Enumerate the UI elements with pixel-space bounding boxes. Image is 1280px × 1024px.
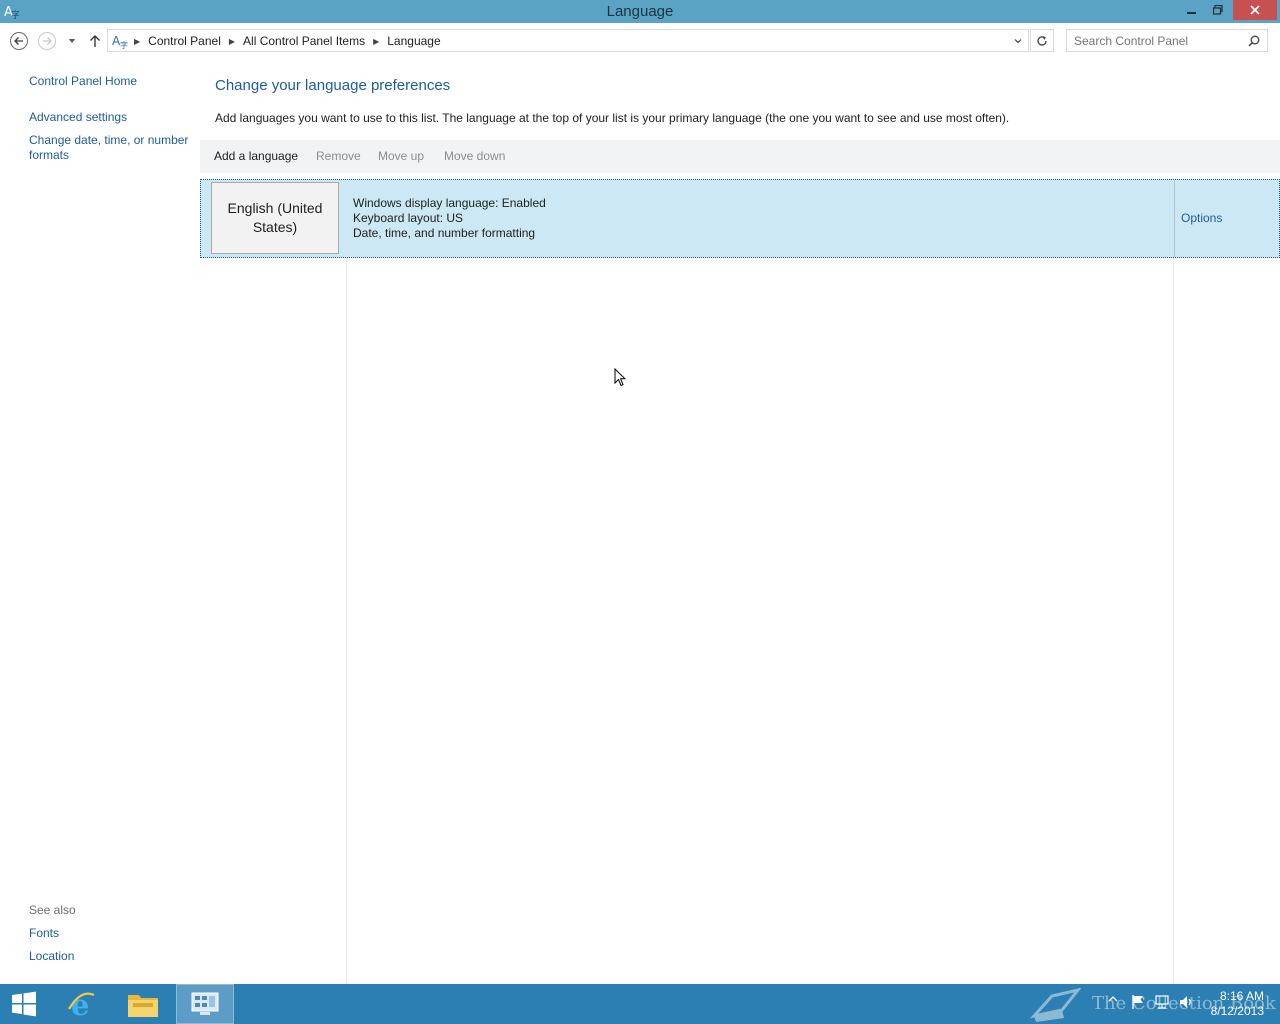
window-title: Language (606, 3, 674, 20)
page-title: Change your language preferences (215, 77, 451, 94)
close-button[interactable] (1233, 0, 1277, 20)
refresh-button[interactable] (1030, 29, 1054, 52)
back-button[interactable] (9, 31, 29, 51)
recent-locations-button[interactable] (62, 31, 82, 51)
remove-button[interactable]: Remove (316, 149, 361, 163)
minimize-icon (1187, 12, 1196, 14)
restore-icon (1213, 5, 1223, 15)
folder-icon (128, 995, 158, 1017)
breadcrumb-separator-icon[interactable]: ▶ (227, 37, 237, 46)
search-box[interactable] (1066, 29, 1268, 52)
language-toolbar: Add a language Remove Move up Move down (200, 140, 1280, 173)
control-panel-taskbar-button[interactable] (176, 984, 234, 1024)
column-divider (1173, 258, 1174, 984)
show-hidden-icons-icon[interactable] (1108, 994, 1118, 1004)
minimize-button[interactable] (1179, 0, 1205, 20)
control-panel-icon: A字 (112, 34, 128, 49)
book-logo-icon (1030, 988, 1082, 1022)
file-explorer-taskbar-button[interactable] (114, 984, 172, 1024)
column-divider (1174, 180, 1175, 257)
network-icon[interactable] (1154, 994, 1170, 1010)
control-panel-icon (191, 992, 219, 1015)
formatting-info: Date, time, and number formatting (353, 226, 536, 240)
breadcrumb: A字 ▶ Control Panel ▶ All Control Panel I… (112, 33, 447, 49)
system-clock[interactable]: 8:16 AM 8/12/2013 (1204, 989, 1264, 1019)
chevron-down-icon (1014, 39, 1022, 44)
page-description: Add languages you want to use to this li… (215, 111, 1010, 125)
column-divider (346, 258, 347, 984)
up-button[interactable] (85, 31, 105, 51)
internet-explorer-icon: e (68, 989, 95, 1019)
breadcrumb-separator-icon[interactable]: ▶ (132, 37, 142, 46)
svg-text:字: 字 (120, 40, 128, 49)
breadcrumb-all-items[interactable]: All Control Panel Items (237, 34, 371, 48)
move-up-button[interactable]: Move up (378, 149, 424, 163)
address-dropdown-button[interactable] (1010, 33, 1026, 49)
language-details: Windows display language: Enabled Keyboa… (353, 196, 546, 241)
start-button[interactable] (0, 984, 48, 1024)
control-panel-home-link[interactable]: Control Panel Home (29, 74, 137, 89)
options-link[interactable]: Options (1181, 211, 1222, 225)
language-name-tile[interactable]: English (United States) (211, 182, 339, 254)
up-arrow-icon (90, 35, 100, 47)
search-input[interactable] (1067, 30, 1243, 51)
volume-icon[interactable] (1178, 994, 1194, 1010)
title-bar: A 字 Language (0, 0, 1280, 23)
add-language-button[interactable]: Add a language (214, 149, 298, 163)
breadcrumb-control-panel[interactable]: Control Panel (142, 34, 227, 48)
internet-explorer-taskbar-button[interactable]: e (52, 984, 110, 1024)
forward-arrow-icon (38, 32, 56, 50)
language-list-item[interactable]: English (United States) Windows display … (200, 179, 1280, 258)
advanced-settings-link[interactable]: Advanced settings (29, 110, 127, 125)
location-link[interactable]: Location (29, 949, 74, 964)
search-icon[interactable] (1246, 33, 1262, 49)
keyboard-layout: Keyboard layout: US (353, 211, 464, 225)
address-bar[interactable]: A字 ▶ Control Panel ▶ All Control Panel I… (107, 29, 1029, 52)
clock-time: 8:16 AM (1219, 989, 1264, 1003)
breadcrumb-separator-icon[interactable]: ▶ (371, 37, 381, 46)
display-language-status: Windows display language: Enabled (353, 196, 546, 210)
breadcrumb-language[interactable]: Language (381, 34, 446, 48)
see-also-label: See also (29, 903, 76, 917)
fonts-link[interactable]: Fonts (29, 926, 59, 941)
windows-logo-icon (12, 991, 36, 1017)
move-down-button[interactable]: Move down (444, 149, 505, 163)
clock-date: 8/12/2013 (1210, 1004, 1264, 1018)
navigation-bar: A字 ▶ Control Panel ▶ All Control Panel I… (0, 23, 1280, 59)
refresh-icon (1037, 35, 1047, 46)
action-center-flag-icon[interactable] (1130, 994, 1146, 1010)
close-icon (1250, 5, 1260, 15)
back-arrow-icon (10, 32, 28, 50)
restore-button[interactable] (1205, 0, 1231, 20)
chevron-down-icon (69, 39, 75, 43)
forward-button[interactable] (37, 31, 57, 51)
change-date-time-formats-link[interactable]: Change date, time, or number formats (29, 133, 197, 163)
mouse-pointer-icon (614, 368, 626, 387)
